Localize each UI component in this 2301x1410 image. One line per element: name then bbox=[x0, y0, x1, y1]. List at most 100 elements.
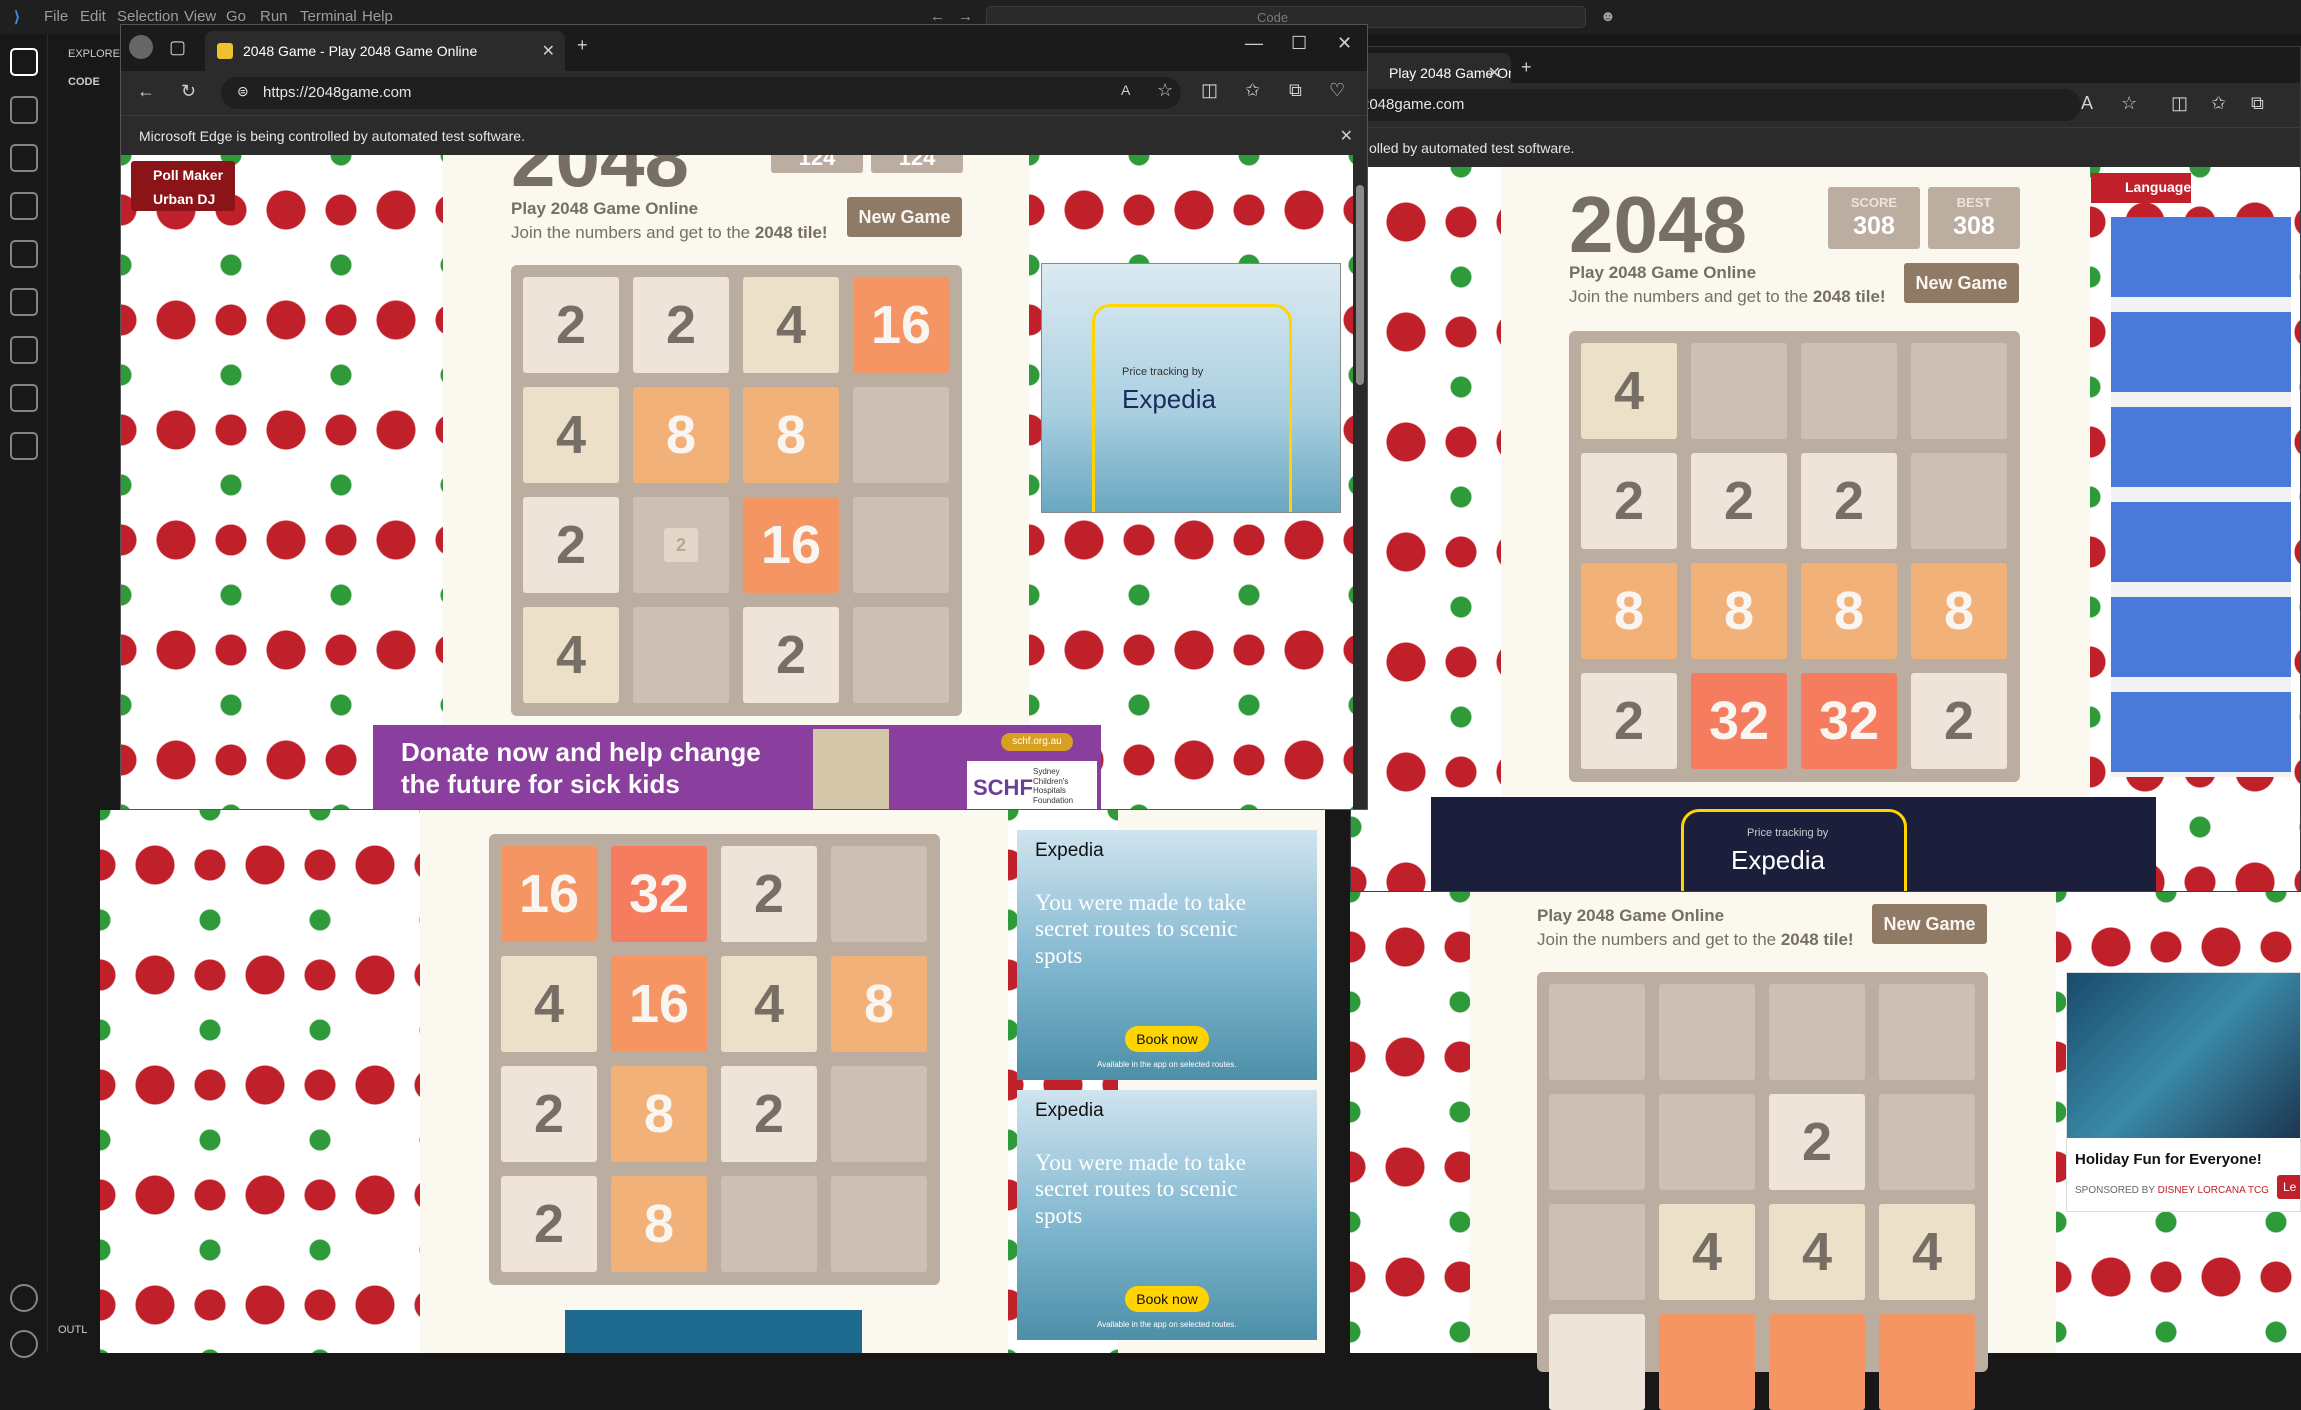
profile-avatar[interactable] bbox=[129, 35, 153, 59]
browser-essentials-icon[interactable]: ♡ bbox=[1329, 80, 1345, 101]
favorites-icon[interactable]: ✩ bbox=[2211, 93, 2226, 114]
games-sidebar[interactable] bbox=[2111, 217, 2291, 777]
accounts-icon[interactable] bbox=[10, 1284, 38, 1312]
minimize-icon[interactable]: — bbox=[1245, 33, 1263, 54]
best-label: BEST bbox=[1956, 195, 1992, 210]
scrollbar-thumb[interactable] bbox=[1356, 185, 1364, 385]
search-icon[interactable] bbox=[10, 96, 38, 124]
back-icon[interactable]: ← bbox=[137, 81, 155, 102]
lorcana-image bbox=[2067, 973, 2300, 1138]
tile: 2 bbox=[1581, 453, 1677, 549]
menu-edit[interactable]: Edit bbox=[80, 8, 106, 25]
account-icon[interactable]: ☻ bbox=[1600, 8, 1616, 25]
tile: 2 bbox=[1769, 1094, 1865, 1190]
expedia-ad-2[interactable]: Expedia You were made to take secret rou… bbox=[1017, 1090, 1317, 1340]
source-control-icon[interactable] bbox=[10, 144, 38, 172]
new-tab-icon[interactable]: + bbox=[1521, 57, 1532, 78]
url-field[interactable]: ⊜ https://2048game.com bbox=[221, 77, 1181, 109]
new-game-button[interactable]: New Game bbox=[1872, 904, 1987, 944]
tab-2048[interactable]: 2048 Game - Play 2048 Game Online ✕ bbox=[205, 31, 565, 71]
expedia-ad-1[interactable]: Expedia You were made to take secret rou… bbox=[1017, 830, 1317, 1080]
testing-icon[interactable] bbox=[10, 336, 38, 364]
new-game-button[interactable]: New Game bbox=[1904, 263, 2019, 303]
tile: 2 bbox=[501, 1176, 597, 1272]
game-board: 2 4 4 4 bbox=[1537, 972, 1988, 1410]
menu-run[interactable]: Run bbox=[260, 8, 288, 25]
tile-partial bbox=[1769, 1314, 1865, 1410]
menu-go[interactable]: Go bbox=[226, 8, 246, 25]
game-title: 2048 bbox=[1569, 180, 1747, 269]
settings-gear-icon[interactable] bbox=[10, 1330, 38, 1358]
urban-dj-link[interactable]: Urban DJ bbox=[153, 191, 215, 207]
close-tab-icon[interactable]: ✕ bbox=[542, 41, 555, 61]
menu-selection[interactable]: Selection bbox=[117, 8, 179, 25]
lorcana-ad[interactable]: Holiday Fun for Everyone! SPONSORED BY D… bbox=[2066, 972, 2301, 1212]
browser-window-1: ▢ 2048 Game - Play 2048 Game Online ✕ + —… bbox=[120, 24, 1368, 810]
tagline-text: Join the numbers and get to the bbox=[1569, 287, 1813, 306]
favorite-star-icon[interactable]: ☆ bbox=[2121, 93, 2137, 114]
menu-file[interactable]: File bbox=[44, 8, 68, 25]
game-tagline: Join the numbers and get to the 2048 til… bbox=[1537, 930, 1854, 950]
language-button[interactable]: Language bbox=[2091, 173, 2191, 203]
automation-infobar: olled by automated test software. bbox=[1351, 127, 2300, 167]
run-debug-icon[interactable] bbox=[10, 192, 38, 220]
tile: 2 bbox=[633, 277, 729, 373]
donate-ad[interactable]: Donate now and help change the future fo… bbox=[373, 725, 1101, 809]
new-game-button[interactable]: New Game bbox=[847, 197, 962, 237]
extensions-icon[interactable] bbox=[10, 240, 38, 268]
tile: 2 bbox=[501, 1066, 597, 1162]
tile: 2 bbox=[721, 846, 817, 942]
tabstrip: ▢ 2048 Game - Play 2048 Game Online ✕ + —… bbox=[121, 25, 1367, 71]
tile-empty bbox=[831, 1176, 927, 1272]
close-tab-icon[interactable]: ✕ bbox=[1488, 63, 1501, 83]
new-tab-icon[interactable]: + bbox=[577, 35, 588, 56]
page-content: Poll Maker Urban DJ 2048 124 124 Play 20… bbox=[121, 155, 1353, 809]
nav-back-icon[interactable]: ← bbox=[930, 8, 945, 25]
outline-section[interactable]: OUTL bbox=[58, 1324, 87, 1336]
tile: 4 bbox=[501, 956, 597, 1052]
split-screen-icon[interactable]: ◫ bbox=[1201, 80, 1218, 101]
bottom-ad-peek[interactable] bbox=[565, 1310, 862, 1353]
score-box: 124 bbox=[771, 155, 863, 173]
remote-explorer-icon[interactable] bbox=[10, 288, 38, 316]
lorcana-sponsor: SPONSORED BY DISNEY LORCANA TCG bbox=[2075, 1185, 2269, 1196]
close-window-icon[interactable]: ✕ bbox=[1337, 33, 1352, 54]
site-info-icon[interactable]: ⊜ bbox=[237, 83, 249, 100]
explorer-icon[interactable] bbox=[10, 48, 38, 76]
refresh-icon[interactable]: ↻ bbox=[181, 81, 196, 102]
expedia-ad[interactable]: Price tracking by Expedia bbox=[1041, 263, 1341, 513]
expedia-banner-ad[interactable]: Price tracking by Expedia bbox=[1431, 797, 2156, 891]
tile-empty bbox=[1659, 1094, 1755, 1190]
tile: 2 bbox=[743, 607, 839, 703]
explorer-folder[interactable]: CODE bbox=[68, 76, 100, 88]
url-field[interactable]: 2048game.com bbox=[1351, 89, 2081, 121]
tab-actions-icon[interactable]: ▢ bbox=[169, 37, 186, 58]
tile: 8 bbox=[1581, 563, 1677, 659]
collections-icon[interactable]: ⧉ bbox=[2251, 93, 2264, 114]
maximize-icon[interactable]: ☐ bbox=[1291, 33, 1307, 54]
menu-terminal[interactable]: Terminal bbox=[300, 8, 357, 25]
collections-icon[interactable]: ⧉ bbox=[1289, 80, 1302, 101]
favorites-icon[interactable]: ✩ bbox=[1245, 80, 1260, 101]
book-now-button[interactable]: Book now bbox=[1125, 1286, 1209, 1312]
book-now-button[interactable]: Book now bbox=[1125, 1026, 1209, 1052]
game-heading: Play 2048 Game Online bbox=[511, 199, 699, 218]
menu-view[interactable]: View bbox=[184, 8, 216, 25]
nav-forward-icon[interactable]: → bbox=[958, 8, 973, 25]
learn-more-button[interactable]: Le bbox=[2277, 1175, 2300, 1199]
read-aloud-icon[interactable]: A bbox=[1121, 82, 1130, 98]
xmas-pattern bbox=[1351, 167, 1501, 891]
tile: 16 bbox=[853, 277, 949, 373]
read-aloud-icon[interactable]: A bbox=[2081, 93, 2093, 114]
folder-icon[interactable] bbox=[10, 432, 38, 460]
expedia-ad-brand: Expedia bbox=[1035, 840, 1104, 861]
favorite-star-icon[interactable]: ☆ bbox=[1157, 80, 1173, 101]
poll-maker-link[interactable]: Poll Maker bbox=[153, 167, 223, 183]
tile-empty bbox=[1549, 1094, 1645, 1190]
sponsor-name: DISNEY LORCANA TCG bbox=[2157, 1185, 2269, 1196]
split-screen-icon[interactable]: ◫ bbox=[2171, 93, 2188, 114]
close-infobar-icon[interactable]: ✕ bbox=[1340, 126, 1353, 146]
menu-help[interactable]: Help bbox=[362, 8, 393, 25]
vertical-scrollbar[interactable] bbox=[1353, 155, 1367, 809]
python-icon[interactable] bbox=[10, 384, 38, 412]
